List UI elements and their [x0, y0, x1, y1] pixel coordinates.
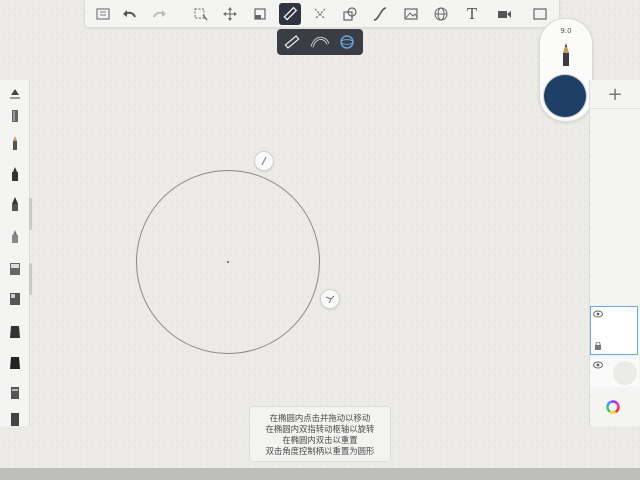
airbrush-icon[interactable]	[7, 260, 23, 276]
angle-handle-icon	[261, 156, 267, 166]
select-icon[interactable]	[190, 3, 212, 25]
transform-icon[interactable]	[219, 3, 241, 25]
guide-toolbar	[277, 29, 363, 55]
ellipse-help-tooltip: 在椭圆内点击并拖动以移动 在椭圆内双指转动枢轴以旋转 在椭圆内双击以重置 双击角…	[249, 406, 391, 462]
rotation-handle-icon	[325, 295, 335, 304]
curve-icon[interactable]	[369, 3, 391, 25]
background-color-swatch[interactable]	[613, 361, 637, 385]
undo-icon[interactable]	[118, 3, 140, 25]
brush-widget[interactable]: 9.0	[539, 18, 593, 122]
brush-size-slider-icon[interactable]	[7, 86, 23, 102]
help-line: 在椭圆内双击以重置	[282, 435, 358, 445]
ellipse-rotation-handle[interactable]	[320, 289, 340, 309]
help-line: 在椭圆内双指转动枢轴以旋转	[265, 424, 375, 434]
fullscreen-icon[interactable]	[529, 3, 551, 25]
video-icon[interactable]	[493, 3, 515, 25]
redo-icon[interactable]	[149, 3, 171, 25]
perspective-icon[interactable]	[430, 3, 452, 25]
crop-icon[interactable]	[249, 3, 271, 25]
ellipse-angle-handle[interactable]	[254, 151, 274, 171]
top-toolbar: T	[84, 0, 560, 28]
layer-lock-icon[interactable]	[593, 342, 603, 350]
paint-bucket-icon[interactable]	[7, 410, 23, 426]
pencil-brush-icon[interactable]	[7, 108, 23, 124]
airbrush-icon[interactable]	[7, 290, 23, 306]
layer-visibility-icon[interactable]	[593, 310, 603, 318]
brush-preview-icon[interactable]	[559, 41, 573, 67]
chisel-brush-icon[interactable]	[7, 323, 23, 339]
fill-icon[interactable]	[339, 3, 361, 25]
image-import-icon[interactable]	[400, 3, 422, 25]
chisel-brush-icon[interactable]	[7, 354, 23, 370]
color-swatch[interactable]	[544, 75, 586, 117]
ellipse-center-point[interactable]	[227, 261, 229, 263]
help-line: 在椭圆内点击并拖动以移动	[269, 413, 371, 423]
background-visibility-icon[interactable]	[593, 361, 603, 369]
gallery-icon[interactable]	[92, 3, 114, 25]
color-wheel-icon[interactable]	[606, 400, 620, 414]
marker-brush-icon[interactable]	[7, 166, 23, 182]
bottom-bar	[0, 468, 640, 480]
french-curve-icon[interactable]	[309, 32, 331, 52]
straight-ruler-icon[interactable]	[281, 32, 303, 52]
add-layer-button[interactable]: +	[590, 80, 640, 109]
opacity-handle[interactable]	[29, 263, 32, 295]
ellipse-guide-icon[interactable]	[336, 32, 358, 52]
brush-panel	[0, 80, 30, 426]
pencil-brush-icon[interactable]	[7, 135, 23, 151]
brush-size-value: 9.0	[560, 27, 572, 35]
fineliner-brush-icon[interactable]	[7, 228, 23, 244]
brush-size-handle[interactable]	[29, 198, 32, 230]
text-tool-icon[interactable]: T	[461, 3, 483, 25]
symmetry-icon[interactable]	[309, 3, 331, 25]
paint-bucket-icon[interactable]	[7, 384, 23, 400]
ruler-icon[interactable]	[279, 3, 301, 25]
help-line: 双击角度控制柄以重置为圆形	[265, 446, 375, 456]
ink-pen-brush-icon[interactable]	[7, 196, 23, 212]
